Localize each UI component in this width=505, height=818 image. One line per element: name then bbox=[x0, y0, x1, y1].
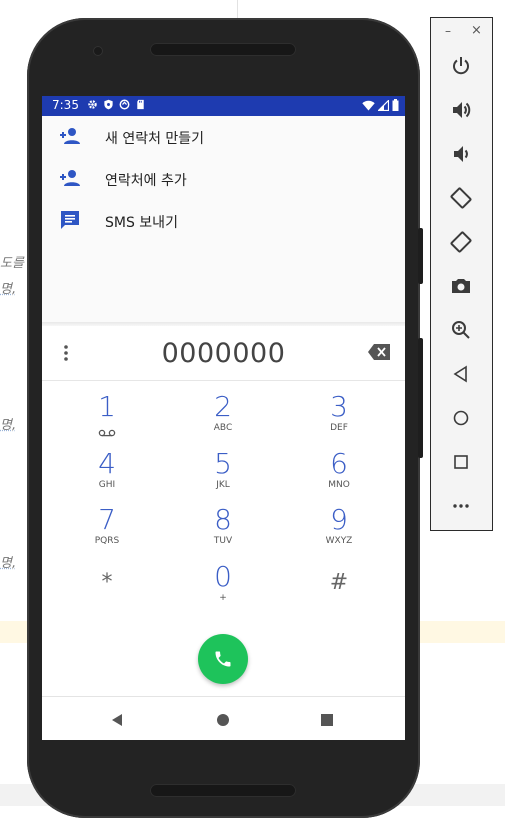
dialpad: 0000000 1 2 ABC 3 DEF 4 GHI 5 JKL 6 MNO … bbox=[42, 326, 405, 740]
front-camera bbox=[93, 46, 103, 56]
document-text-fragment: 명, bbox=[0, 282, 17, 297]
back-icon[interactable] bbox=[449, 362, 473, 386]
menu-item-label: SMS 보내기 bbox=[105, 215, 178, 231]
emulator-toolbar: – × bbox=[430, 17, 493, 531]
volume-up-icon[interactable] bbox=[449, 98, 473, 122]
nav-recents-icon[interactable] bbox=[320, 712, 334, 731]
shield-icon bbox=[102, 99, 114, 111]
dial-key-1[interactable]: 1 bbox=[62, 392, 152, 446]
menu-item-label: 새 연락처 만들기 bbox=[105, 131, 205, 147]
android-nav-bar bbox=[42, 696, 405, 740]
status-bar: 7:35 bbox=[42, 96, 405, 116]
dial-key-star[interactable]: * bbox=[62, 562, 152, 616]
rotate-right-icon[interactable] bbox=[449, 230, 473, 254]
dialed-number[interactable]: 0000000 bbox=[42, 338, 405, 369]
message-icon bbox=[58, 208, 82, 232]
menu-item-send-sms[interactable]: SMS 보내기 bbox=[42, 200, 405, 242]
nav-home-icon[interactable] bbox=[216, 712, 230, 731]
dial-key-3[interactable]: 3 DEF bbox=[294, 392, 384, 446]
dial-key-2[interactable]: 2 ABC bbox=[178, 392, 268, 446]
more-icon[interactable] bbox=[449, 494, 473, 518]
backspace-icon[interactable] bbox=[368, 344, 392, 362]
menu-item-add-to-contact[interactable]: 연락처에 추가 bbox=[42, 158, 405, 200]
home-icon[interactable] bbox=[449, 406, 473, 430]
wifi-icon bbox=[362, 100, 375, 114]
dial-key-hash[interactable]: # bbox=[294, 562, 384, 616]
document-text-fragment: 명, bbox=[0, 556, 17, 571]
document-text-fragment: 명, bbox=[0, 418, 17, 433]
voicemail-icon bbox=[98, 422, 116, 441]
settings-gear-icon bbox=[86, 99, 98, 111]
dial-key-9[interactable]: 9 WXYZ bbox=[294, 505, 384, 559]
document-divider bbox=[237, 0, 238, 18]
phone-icon bbox=[213, 649, 233, 673]
volume-side-button bbox=[418, 338, 423, 458]
digits-row: 0000000 bbox=[42, 326, 405, 381]
bottom-speaker bbox=[150, 784, 296, 797]
camera-icon[interactable] bbox=[449, 274, 473, 298]
dial-key-7[interactable]: 7 PQRS bbox=[62, 505, 152, 559]
menu-item-create-contact[interactable]: 새 연락처 만들기 bbox=[42, 116, 405, 158]
overview-icon[interactable] bbox=[449, 450, 473, 474]
power-icon[interactable] bbox=[449, 54, 473, 78]
dial-key-0[interactable]: 0 + bbox=[178, 562, 268, 616]
dial-key-6[interactable]: 6 MNO bbox=[294, 449, 384, 503]
add-contact-icon bbox=[58, 124, 82, 148]
nav-back-icon[interactable] bbox=[110, 712, 124, 731]
volume-down-icon[interactable] bbox=[449, 142, 473, 166]
dial-key-4[interactable]: 4 GHI bbox=[62, 449, 152, 503]
sd-card-icon bbox=[134, 99, 146, 111]
phone-screen: 7:35 새 연락처 만들기 연락처에 추가 SMS 보내기 0000000 1… bbox=[42, 96, 405, 740]
zoom-icon[interactable] bbox=[449, 318, 473, 342]
battery-icon bbox=[392, 99, 399, 114]
dial-key-5[interactable]: 5 JKL bbox=[178, 449, 268, 503]
document-text-fragment: 도를 bbox=[0, 256, 24, 271]
call-button[interactable] bbox=[198, 634, 248, 684]
status-time: 7:35 bbox=[52, 98, 79, 112]
rotate-left-icon[interactable] bbox=[449, 186, 473, 210]
add-contact-icon bbox=[58, 166, 82, 190]
toolbar-title-bar: – × bbox=[431, 18, 492, 46]
minimize-button[interactable]: – bbox=[445, 24, 451, 38]
close-button[interactable]: × bbox=[471, 23, 482, 38]
cell-signal-icon bbox=[377, 98, 390, 114]
power-side-button bbox=[418, 228, 423, 284]
menu-item-label: 연락처에 추가 bbox=[105, 173, 187, 189]
dial-key-8[interactable]: 8 TUV bbox=[178, 505, 268, 559]
data-saver-icon bbox=[118, 99, 130, 111]
top-speaker bbox=[150, 43, 296, 56]
